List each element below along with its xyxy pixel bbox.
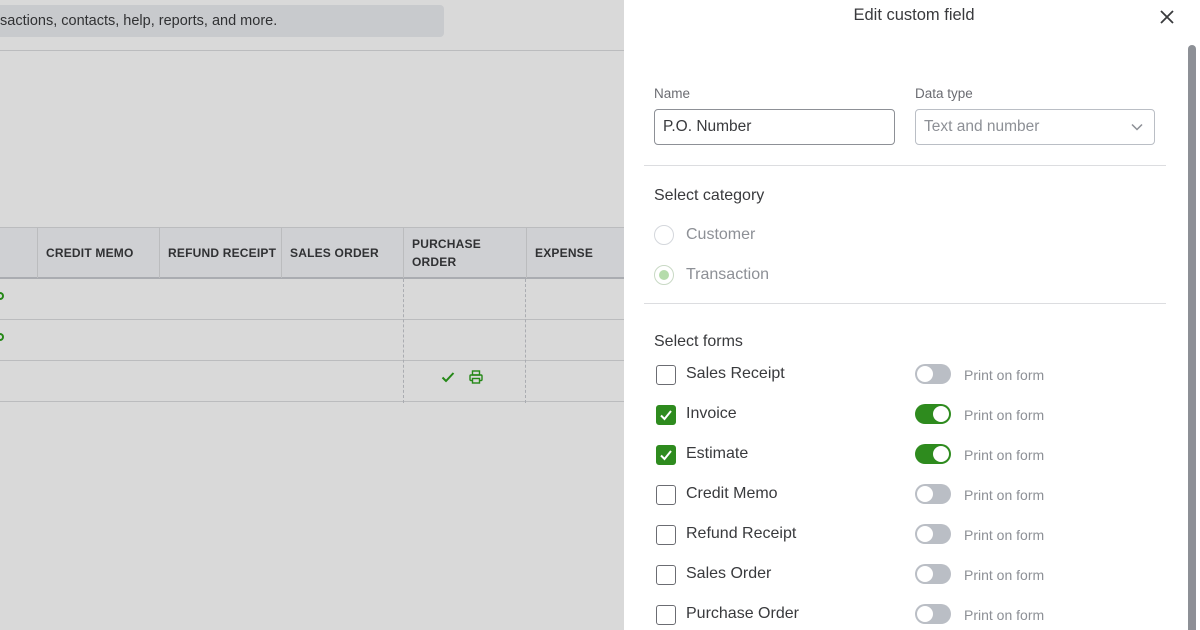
refund-receipt-print-toggle[interactable] xyxy=(915,524,951,544)
chevron-down-icon xyxy=(1131,123,1143,131)
estimate-label: Estimate xyxy=(686,445,749,462)
invoice-label: Invoice xyxy=(686,405,737,422)
section-divider xyxy=(644,165,1166,166)
form-row-sales-receipt: Sales Receipt Print on form xyxy=(654,362,1154,388)
radio-customer[interactable]: Customer xyxy=(654,223,755,247)
select-category-title: Select category xyxy=(654,187,765,204)
sales-receipt-label: Sales Receipt xyxy=(686,365,785,382)
credit-memo-checkbox[interactable] xyxy=(656,485,676,505)
print-on-form-label: Print on form xyxy=(964,607,1045,623)
radio-transaction[interactable]: Transaction xyxy=(654,263,769,287)
radio-button[interactable] xyxy=(654,225,674,245)
data-type-select[interactable]: Text and number xyxy=(915,109,1155,145)
name-input[interactable] xyxy=(654,109,895,145)
print-on-form-label: Print on form xyxy=(964,447,1045,463)
data-type-value: Text and number xyxy=(924,118,1040,135)
print-on-form-label: Print on form xyxy=(964,487,1045,503)
credit-memo-print-toggle[interactable] xyxy=(915,484,951,504)
sales-order-label: Sales Order xyxy=(686,565,772,582)
radio-label-customer: Customer xyxy=(686,226,756,243)
credit-memo-label: Credit Memo xyxy=(686,485,778,502)
invoice-print-toggle[interactable] xyxy=(915,404,951,424)
print-on-form-label: Print on form xyxy=(964,527,1045,543)
radio-label-transaction: Transaction xyxy=(686,266,769,283)
print-on-form-label: Print on form xyxy=(964,407,1045,423)
section-divider xyxy=(644,303,1166,304)
sales-order-checkbox[interactable] xyxy=(656,565,676,585)
print-on-form-label: Print on form xyxy=(964,367,1045,383)
form-row-purchase-order: Purchase Order Print on form xyxy=(654,602,1154,628)
name-label: Name xyxy=(654,86,691,101)
purchase-order-print-toggle[interactable] xyxy=(915,604,951,624)
select-forms-title: Select forms xyxy=(654,333,743,350)
invoice-checkbox[interactable] xyxy=(656,405,676,425)
drawer-title: Edit custom field xyxy=(853,6,975,24)
estimate-print-toggle[interactable] xyxy=(915,444,951,464)
sales-receipt-checkbox[interactable] xyxy=(656,365,676,385)
close-icon[interactable] xyxy=(1156,6,1178,28)
form-row-invoice: Invoice Print on form xyxy=(654,402,1154,428)
form-row-sales-order: Sales Order Print on form xyxy=(654,562,1154,588)
data-type-label: Data type xyxy=(915,86,973,101)
refund-receipt-label: Refund Receipt xyxy=(686,525,797,542)
edit-custom-field-drawer: Edit custom field Name Data type Text an… xyxy=(624,0,1200,630)
purchase-order-label: Purchase Order xyxy=(686,605,799,622)
form-row-refund-receipt: Refund Receipt Print on form xyxy=(654,522,1154,548)
sales-receipt-print-toggle[interactable] xyxy=(915,364,951,384)
sales-order-print-toggle[interactable] xyxy=(915,564,951,584)
form-row-estimate: Estimate Print on form xyxy=(654,442,1154,468)
estimate-checkbox[interactable] xyxy=(656,445,676,465)
refund-receipt-checkbox[interactable] xyxy=(656,525,676,545)
print-on-form-label: Print on form xyxy=(964,567,1045,583)
purchase-order-checkbox[interactable] xyxy=(656,605,676,625)
form-row-credit-memo: Credit Memo Print on form xyxy=(654,482,1154,508)
radio-button[interactable] xyxy=(654,265,674,285)
drawer-scrollbar[interactable] xyxy=(1188,45,1196,630)
